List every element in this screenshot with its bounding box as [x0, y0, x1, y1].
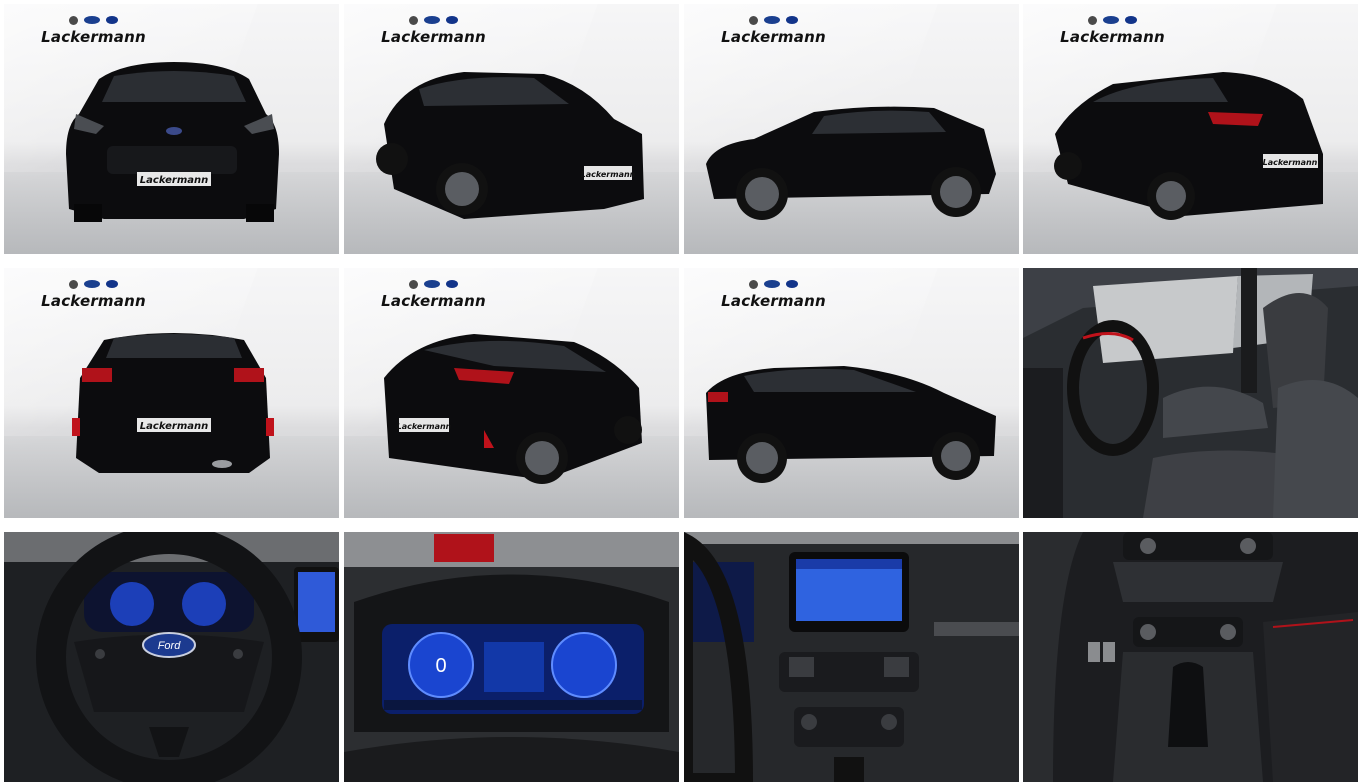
gallery-photo-front[interactable]: Lackermann Lackermann — [4, 4, 339, 254]
dealer-logo: Lackermann — [716, 278, 831, 310]
speed-readout: 0 — [435, 655, 446, 677]
dealer-name: Lackermann — [721, 28, 826, 46]
steering-wheel-image: Ford — [4, 532, 339, 782]
opel-logo-icon — [749, 279, 758, 289]
opel-logo-icon — [409, 279, 418, 289]
hyundai-logo-icon — [786, 16, 798, 24]
svg-text:Lackermann: Lackermann — [140, 421, 208, 432]
gallery-photo-rear[interactable]: Lackermann Lackermann — [4, 268, 339, 518]
instrument-cluster-image: 0 — [344, 532, 679, 782]
opel-logo-icon — [409, 15, 418, 25]
ford-logo-icon — [764, 280, 780, 288]
dealer-name: Lackermann — [381, 28, 486, 46]
dealer-logo: Lackermann — [1055, 14, 1170, 46]
dealer-logo: Lackermann — [36, 278, 151, 310]
ford-logo-icon — [1103, 16, 1119, 24]
svg-text:Lackermann: Lackermann — [581, 170, 636, 179]
svg-text:Lackermann: Lackermann — [1263, 158, 1318, 167]
gallery-photo-side[interactable]: Lackermann — [684, 4, 1019, 254]
photo-gallery: Lackermann Lackermann Lackermann Lackerm… — [0, 0, 1365, 782]
gallery-photo-center-console-display[interactable] — [684, 532, 1019, 782]
gallery-photo-gear-selector[interactable] — [1023, 532, 1358, 782]
ford-badge-text: Ford — [158, 640, 182, 652]
gallery-photo-steering-wheel[interactable]: Ford — [4, 532, 339, 782]
hyundai-logo-icon — [446, 280, 458, 288]
ford-logo-icon — [424, 16, 440, 24]
dealer-name: Lackermann — [381, 292, 486, 310]
hyundai-logo-icon — [446, 16, 458, 24]
ford-logo-icon — [84, 280, 100, 288]
gallery-photo-side-rear[interactable]: Lackermann — [684, 268, 1019, 518]
opel-logo-icon — [1088, 15, 1097, 25]
hyundai-logo-icon — [1125, 16, 1137, 24]
opel-logo-icon — [69, 279, 78, 289]
ford-logo-icon — [764, 16, 780, 24]
opel-logo-icon — [69, 15, 78, 25]
dealer-name: Lackermann — [1060, 28, 1165, 46]
center-console-image — [684, 532, 1019, 782]
hyundai-logo-icon — [786, 280, 798, 288]
ford-logo-icon — [424, 280, 440, 288]
svg-text:Lackermann: Lackermann — [397, 422, 452, 431]
gallery-photo-front-three-quarter[interactable]: Lackermann Lackermann — [344, 4, 679, 254]
gear-selector-image — [1023, 532, 1358, 782]
dealer-logo: Lackermann — [716, 14, 831, 46]
dealer-logo: Lackermann — [376, 14, 491, 46]
gallery-photo-rear-three-quarter[interactable]: Lackermann Lackermann — [1023, 4, 1358, 254]
dealer-name: Lackermann — [41, 292, 146, 310]
gallery-photo-interior-front-seats[interactable] — [1023, 268, 1358, 518]
dealer-logo: Lackermann — [376, 278, 491, 310]
opel-logo-icon — [749, 15, 758, 25]
dealer-logo: Lackermann — [36, 14, 151, 46]
interior-seats-image — [1023, 268, 1358, 518]
svg-text:Lackermann: Lackermann — [140, 175, 208, 186]
ford-logo-icon — [84, 16, 100, 24]
hyundai-logo-icon — [106, 16, 118, 24]
dealer-name: Lackermann — [721, 292, 826, 310]
gallery-photo-instrument-cluster[interactable]: 0 — [344, 532, 679, 782]
hyundai-logo-icon — [106, 280, 118, 288]
dealer-name: Lackermann — [41, 28, 146, 46]
gallery-photo-rear-three-quarter-right[interactable]: Lackermann Lackermann — [344, 268, 679, 518]
